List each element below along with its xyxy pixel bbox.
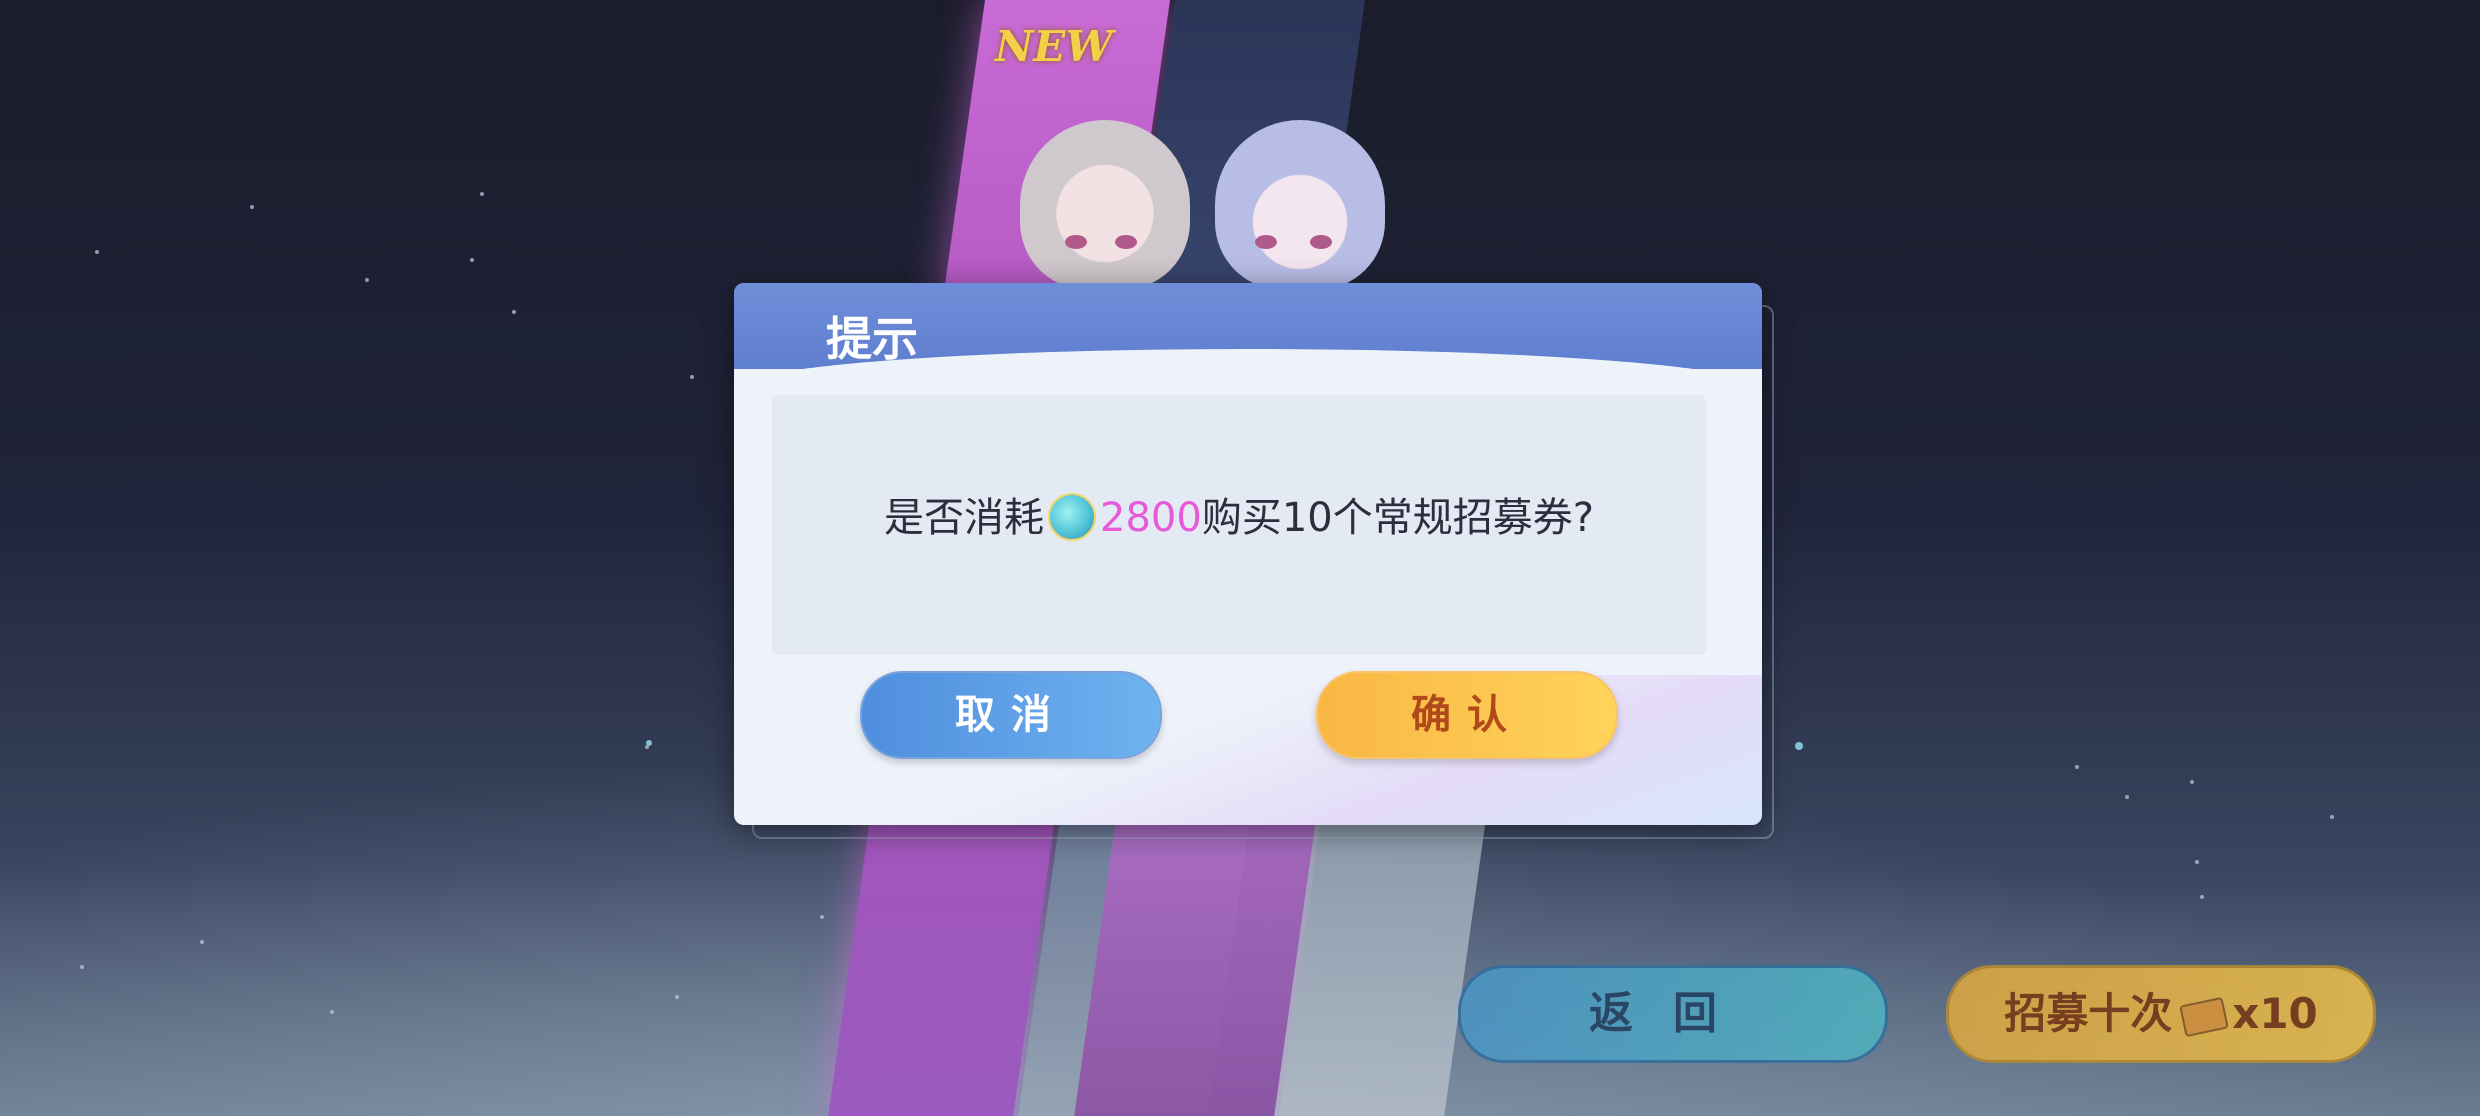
star [330,1010,334,1014]
star [365,278,369,282]
recruit-label: 招募十次 [2004,989,2173,1038]
star [200,940,204,944]
recruit-ten-button[interactable]: 招募十次 x10 [1946,965,2376,1063]
star [95,250,99,254]
star [250,205,254,209]
dialog-body: 是否消耗 2800购买10个常规招募券? [772,395,1706,655]
star [675,995,679,999]
back-button[interactable]: 返回 [1458,965,1888,1063]
star [2190,780,2194,784]
star [480,192,484,196]
star [2075,765,2079,769]
character-eye [1310,235,1332,249]
confirm-button[interactable]: 确认 [1316,671,1618,759]
message-suffix: 购买10个常规招募券? [1201,495,1594,541]
dialog-title: 提示 [826,312,918,366]
character-portrait-lilac-hair [1215,120,1385,290]
dialog-message: 是否消耗 2800购买10个常规招募券? [772,485,1706,544]
character-eye [1255,235,1277,249]
character-eye [1065,235,1087,249]
star [2330,815,2334,819]
recruit-count: x10 [2232,989,2318,1038]
star [2125,795,2129,799]
star [470,258,474,262]
character-eye [1115,235,1137,249]
star [80,965,84,969]
message-prefix: 是否消耗 [884,495,1045,541]
gem-coin-icon [1048,493,1097,541]
character-portrait-white-hair [1020,120,1190,290]
cancel-button[interactable]: 取消 [860,671,1162,759]
star [646,740,652,746]
star [2195,860,2199,864]
star [690,375,694,379]
confirm-dialog: 提示 是否消耗 2800购买10个常规招募券? 取消 确认 [734,283,1762,825]
cost-amount: 2800 [1100,495,1202,541]
star [2200,895,2204,899]
star [512,310,516,314]
star [1795,742,1803,750]
recruit-ticket-icon [2179,996,2230,1037]
star [820,915,824,919]
new-tag: NEW [995,22,1113,71]
